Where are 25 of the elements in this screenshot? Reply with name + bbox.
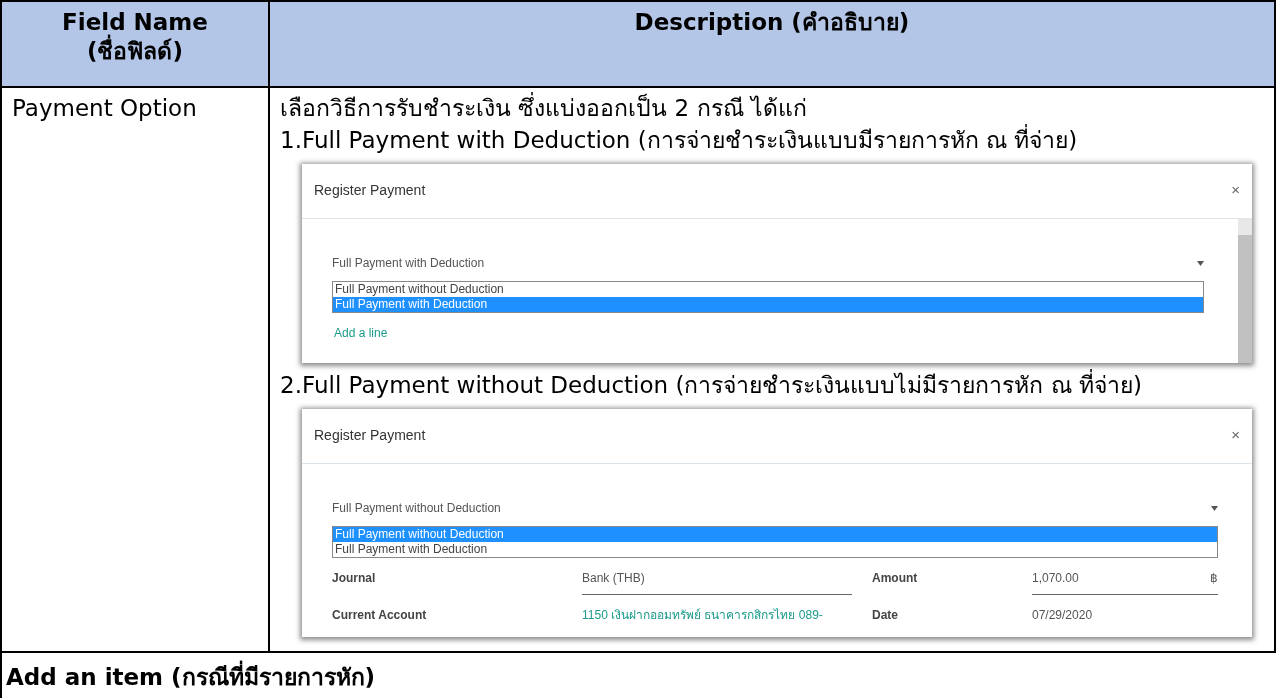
dialog-title: Register Payment bbox=[314, 426, 426, 445]
add-line-link[interactable]: Add a line bbox=[332, 313, 390, 357]
field-value[interactable]: Bank (THB) bbox=[582, 562, 852, 595]
field-value[interactable]: 1150 เงินฝากออมทรัพย์ ธนาคารกสิกรไทย 089- bbox=[582, 599, 852, 631]
option-description: 2.Full Payment without Deduction (การจ่ายชำระเงินแบบไม่มีรายการหัก ณ ที่จ่าย) bbox=[280, 369, 1266, 401]
field-label: Journal bbox=[332, 570, 377, 587]
description-text: เลือกวิธีการรับชำระเงิน ซึ่งแบ่งออกเป็น 2 กรณี ได้แก่ bbox=[280, 92, 1266, 124]
field-value[interactable]: 1,070.00 ฿ bbox=[1032, 562, 1218, 595]
field-value[interactable]: 07/29/2020 bbox=[1032, 599, 1218, 631]
payment-option-select[interactable]: Full Payment with Deduction bbox=[332, 247, 1204, 281]
close-button[interactable]: × bbox=[1231, 174, 1240, 206]
dialog-title: Register Payment bbox=[314, 181, 426, 200]
column-header: Description (คำอธิบาย) bbox=[634, 8, 910, 37]
close-button[interactable]: × bbox=[1231, 419, 1240, 451]
section-heading: Add an item (กรณีที่มีรายการหัก) bbox=[2, 653, 1276, 698]
field-label: Amount bbox=[872, 570, 919, 587]
option-description: 1.Full Payment with Deduction (การจ่ายชำระเงินแบบมีรายการหัก ณ ที่จ่าย) bbox=[280, 124, 1266, 156]
caret-icon bbox=[1197, 260, 1204, 266]
field-label: Current Account bbox=[332, 607, 428, 624]
field-name: Payment Option bbox=[12, 94, 198, 123]
payment-option-select[interactable]: Full Payment without Deduction bbox=[332, 492, 1218, 526]
caret-icon bbox=[1211, 505, 1218, 511]
field-label: Date bbox=[872, 607, 899, 624]
column-header: Field Name bbox=[62, 8, 208, 35]
scrollbar[interactable] bbox=[1238, 219, 1252, 363]
